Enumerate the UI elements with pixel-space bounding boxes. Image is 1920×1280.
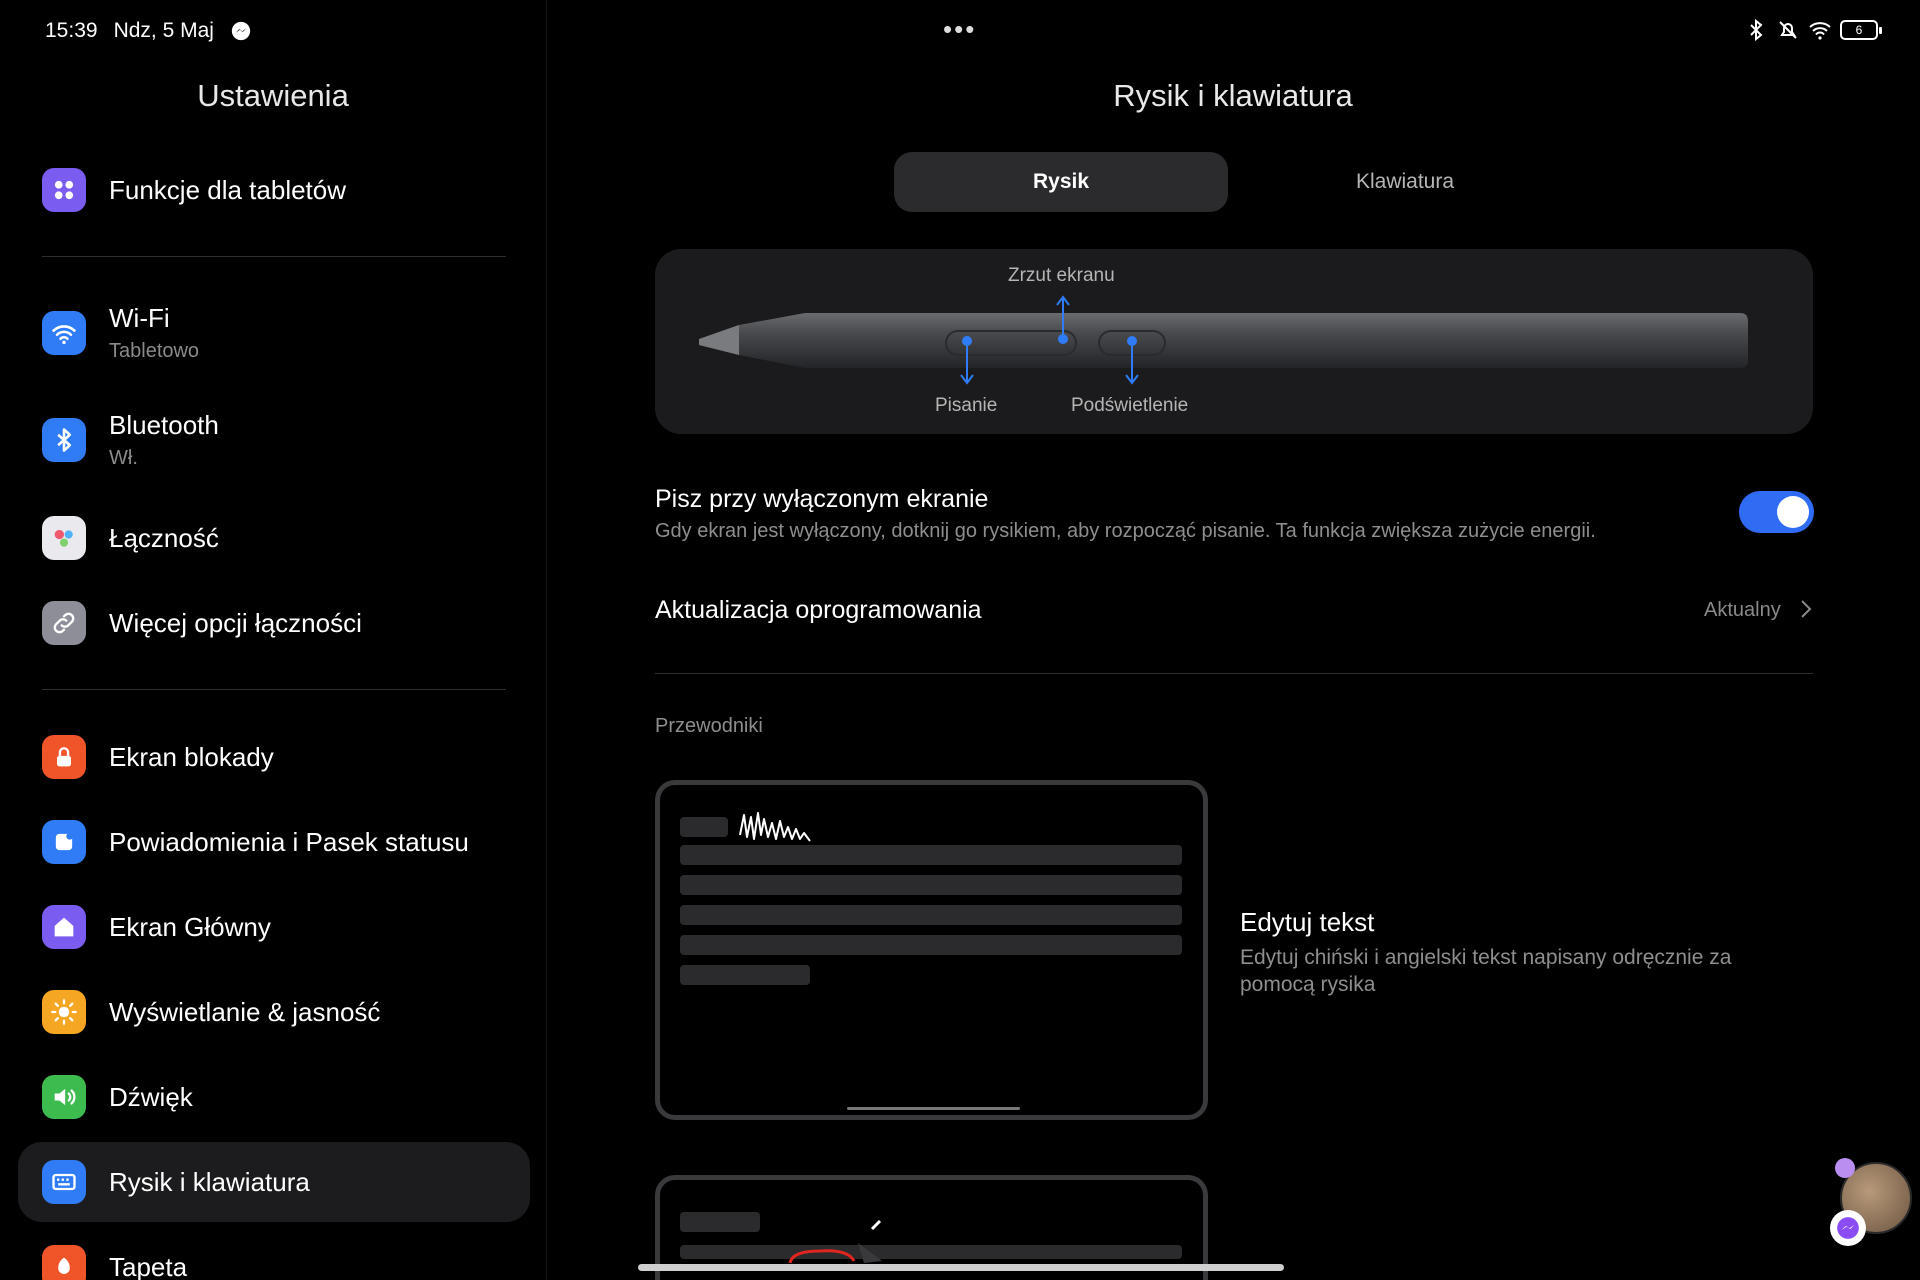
chevron-right-icon bbox=[1801, 600, 1812, 618]
guide-card-edit-text[interactable] bbox=[655, 780, 1208, 1120]
placeholder-bar bbox=[680, 1212, 760, 1232]
sidebar-item-label: Więcej opcji łączności bbox=[109, 607, 362, 638]
unread-dot bbox=[1835, 1158, 1855, 1178]
lock-icon bbox=[42, 735, 86, 779]
guides-header: Przewodniki bbox=[655, 715, 763, 737]
sidebar-item-sub: Wł. bbox=[109, 447, 138, 469]
wifi-icon bbox=[42, 311, 86, 355]
pane-divider bbox=[546, 0, 547, 1280]
sidebar-item-tablet-features[interactable]: Funkcje dla tabletów bbox=[18, 150, 530, 230]
sidebar-item-notifications[interactable]: Powiadomienia i Pasek statusu bbox=[18, 802, 530, 882]
wifi-status-icon bbox=[1809, 22, 1831, 40]
pen-label-screenshot: Zrzut ekranu bbox=[1008, 265, 1115, 286]
pen-label-highlight: Podświetlenie bbox=[1071, 395, 1189, 416]
link-icon bbox=[42, 601, 86, 645]
write-screen-off-desc: Gdy ekran jest wyłączony, dotknij go rys… bbox=[655, 520, 1596, 542]
placeholder-bar bbox=[680, 905, 1182, 925]
sidebar-item-stylus-keyboard[interactable]: Rysik i klawiatura bbox=[18, 1142, 530, 1222]
tab-stylus[interactable]: Rysik bbox=[894, 152, 1228, 212]
home-indicator[interactable] bbox=[638, 1264, 1284, 1271]
sidebar-title: Ustawienia bbox=[197, 78, 349, 113]
apps-grid-icon bbox=[42, 168, 86, 212]
placeholder-bar bbox=[680, 875, 1182, 895]
sidebar-item-connectivity[interactable]: Łączność bbox=[18, 498, 530, 578]
guide-description: Edytuj chiński i angielski tekst napisan… bbox=[1240, 946, 1732, 996]
sidebar-item-label: Powiadomienia i Pasek statusu bbox=[109, 826, 469, 857]
bluetooth-status-icon bbox=[1750, 18, 1763, 42]
pen-diagram-card: Zrzut ekranu Pisanie Podświetlenie bbox=[655, 249, 1813, 434]
battery-icon: 6 bbox=[1840, 20, 1882, 40]
sidebar-item-label: Dźwięk bbox=[109, 1081, 193, 1112]
messenger-badge-icon bbox=[1830, 1210, 1866, 1246]
page-title: Rysik i klawiatura bbox=[1113, 78, 1353, 113]
placeholder-bar bbox=[680, 965, 810, 985]
pen-label-writing: Pisanie bbox=[935, 395, 998, 416]
write-screen-off-title: Pisz przy wyłączonym ekranie bbox=[655, 485, 989, 513]
sidebar-item-home-screen[interactable]: Ekran Główny bbox=[18, 887, 530, 967]
stylus-illustration bbox=[699, 295, 1748, 385]
guide-title: Edytuj tekst bbox=[1240, 907, 1375, 937]
mute-bell-icon bbox=[1779, 21, 1797, 39]
notification-icon bbox=[42, 820, 86, 864]
firmware-status: Aktualny bbox=[1704, 599, 1781, 621]
sidebar-item-lock-screen[interactable]: Ekran blokady bbox=[18, 717, 530, 797]
sidebar-item-sound[interactable]: Dźwięk bbox=[18, 1057, 530, 1137]
multitask-dots[interactable]: ••• bbox=[943, 14, 976, 45]
sidebar-item-label: Łączność bbox=[109, 522, 219, 553]
firmware-update-title: Aktualizacja oprogramowania bbox=[655, 596, 982, 624]
connectivity-icon bbox=[42, 516, 86, 560]
section-divider bbox=[655, 673, 1813, 674]
sidebar-item-bluetooth[interactable]: Bluetooth Wł. bbox=[18, 400, 530, 480]
sidebar-item-label: Ekran Główny bbox=[109, 911, 271, 942]
placeholder-bar bbox=[680, 1245, 1182, 1259]
tab-keyboard[interactable]: Klawiatura bbox=[1238, 152, 1572, 212]
placeholder-bar bbox=[680, 817, 728, 837]
handwriting-scribble bbox=[739, 812, 811, 842]
sidebar-item-label: Rysik i klawiatura bbox=[109, 1166, 310, 1197]
sun-icon bbox=[42, 990, 86, 1034]
sidebar-item-sub: Tabletowo bbox=[109, 340, 200, 362]
placeholder-bar bbox=[680, 845, 1182, 865]
sidebar-item-wallpaper[interactable]: Tapeta bbox=[18, 1227, 530, 1280]
sidebar-item-wifi[interactable]: Wi-Fi Tabletowo bbox=[18, 293, 530, 373]
pen-annotation-illustration bbox=[788, 1219, 882, 1264]
sidebar-divider bbox=[42, 256, 506, 257]
sidebar-item-label: Ekran blokady bbox=[109, 741, 274, 772]
speaker-icon bbox=[42, 1075, 86, 1119]
keyboard-icon bbox=[42, 1160, 86, 1204]
wallpaper-icon bbox=[42, 1245, 86, 1280]
bluetooth-icon bbox=[42, 418, 86, 462]
home-icon bbox=[42, 905, 86, 949]
status-bar-right: 6 bbox=[1744, 18, 1882, 42]
placeholder-bar bbox=[680, 935, 1182, 955]
write-screen-off-toggle[interactable] bbox=[1739, 491, 1814, 533]
sidebar-item-label: Wi-Fi bbox=[109, 303, 170, 333]
sidebar-item-label: Bluetooth bbox=[109, 410, 219, 440]
sidebar-item-label: Wyświetlanie & jasność bbox=[109, 996, 381, 1027]
guide-home-indicator bbox=[847, 1107, 1020, 1110]
settings-sidebar: Ustawienia Funkcje dla tabletów Wi-Fi Ta… bbox=[0, 0, 546, 1280]
sidebar-item-display[interactable]: Wyświetlanie & jasność bbox=[18, 972, 530, 1052]
sidebar-item-more-connectivity[interactable]: Więcej opcji łączności bbox=[18, 583, 530, 663]
sidebar-item-label: Tapeta bbox=[109, 1251, 188, 1280]
sidebar-divider bbox=[42, 689, 506, 690]
sidebar-item-label: Funkcje dla tabletów bbox=[109, 174, 347, 205]
